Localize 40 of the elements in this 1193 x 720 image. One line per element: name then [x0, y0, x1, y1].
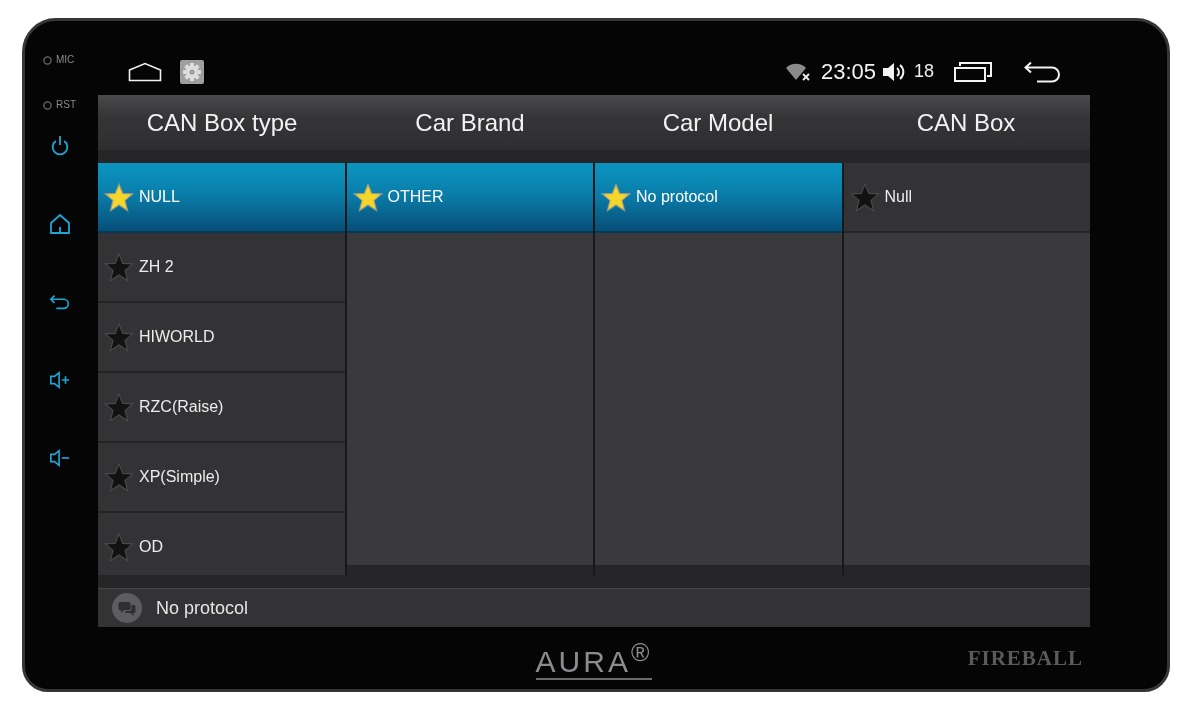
clock-time: 23:05	[820, 58, 876, 85]
column-title: CAN Box	[916, 108, 1016, 137]
volume-down-icon[interactable]	[49, 447, 71, 469]
star-icon	[104, 462, 134, 492]
gear-icon[interactable]	[180, 59, 204, 84]
protocol-status-text: No protocol	[156, 597, 249, 619]
brand-logo: AURA$^{®}$	[535, 636, 653, 680]
list-item[interactable]: NULL	[98, 163, 345, 233]
list-item[interactable]: Null	[843, 163, 1090, 233]
star-icon	[104, 532, 134, 562]
stacked-windows-icon[interactable]	[954, 61, 992, 82]
list-item[interactable]: HIWORLD	[98, 303, 345, 373]
star-icon	[104, 252, 134, 282]
ring-icon	[43, 55, 52, 65]
wifi-off-icon	[784, 62, 811, 81]
home-icon[interactable]	[49, 213, 71, 235]
star-icon	[104, 322, 134, 352]
list-item[interactable]: OTHER	[346, 163, 593, 233]
star-icon	[104, 182, 134, 212]
back-arrow-icon[interactable]	[1024, 60, 1060, 83]
power-icon[interactable]	[49, 135, 71, 157]
star-icon	[352, 182, 383, 212]
ring-icon	[43, 100, 52, 110]
column-title: CAN Box type	[146, 108, 298, 137]
list-item[interactable]: OD	[98, 513, 345, 575]
star-icon	[104, 392, 134, 422]
list-item[interactable]: RZC(Raise)	[98, 373, 345, 443]
bezel-label: MIC	[56, 54, 75, 66]
volume-up-icon[interactable]	[49, 369, 71, 391]
list-item[interactable]: XP(Simple)	[98, 443, 345, 513]
bezel-label: RST	[56, 99, 76, 111]
volume-level: 18	[913, 61, 934, 82]
list-item[interactable]: ZH 2	[98, 233, 345, 303]
star-icon	[601, 182, 631, 212]
chat-bubbles-icon	[112, 593, 142, 623]
model-name: FIREBALL	[967, 645, 1084, 671]
column-title: Car Model	[662, 108, 774, 137]
list-item[interactable]: No protocol	[595, 163, 842, 233]
column-title: Car Brand	[415, 108, 525, 137]
star-icon	[849, 182, 880, 212]
